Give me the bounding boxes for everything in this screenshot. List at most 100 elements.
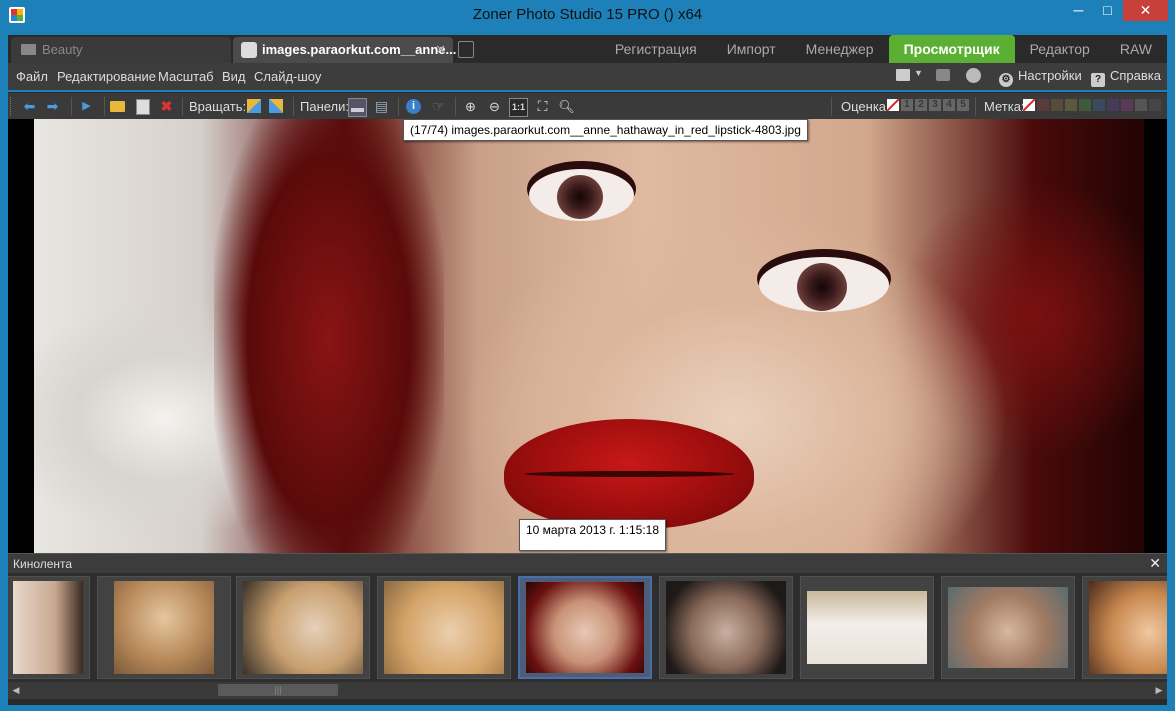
help-label: Справка: [1110, 68, 1161, 83]
thumbnail[interactable]: [1082, 576, 1167, 679]
photo[interactable]: [34, 119, 1144, 553]
thumbnail[interactable]: [97, 576, 231, 679]
play-slideshow-icon[interactable]: ▶: [78, 98, 95, 115]
tab-label: images.paraorkut.com__anne...: [262, 42, 457, 57]
thumbnail[interactable]: [377, 576, 511, 679]
display-mode-icon[interactable]: [896, 69, 910, 81]
label-color-6[interactable]: [1107, 99, 1119, 111]
tab-raw[interactable]: RAW: [1105, 35, 1167, 63]
help-icon: ?: [1091, 73, 1105, 87]
zoom-out-icon[interactable]: ⊖: [486, 98, 503, 115]
rating-label: Оценка:: [841, 99, 890, 114]
scroll-right-icon[interactable]: ▶: [1151, 682, 1167, 699]
title-bar[interactable]: Zoner Photo Studio 15 PRO () x64 ─ □ ✕: [0, 0, 1175, 31]
filmstrip[interactable]: [8, 573, 1167, 682]
menu-edit[interactable]: Редактирование: [57, 69, 156, 84]
help-menu[interactable]: ? Справка: [1091, 68, 1161, 87]
actual-size-icon[interactable]: 1:1: [509, 98, 528, 117]
menu-view[interactable]: Вид: [222, 69, 246, 84]
filmstrip-close-icon[interactable]: ✕: [1149, 555, 1161, 572]
rating-3[interactable]: 3: [929, 99, 941, 111]
label-label: Метка:: [984, 99, 1025, 114]
separator: [975, 97, 976, 116]
maximize-button[interactable]: □: [1094, 0, 1121, 21]
separator: [104, 97, 105, 116]
app-window: Zoner Photo Studio 15 PRO () x64 ─ □ ✕ B…: [0, 0, 1175, 711]
panels-label: Панели:: [300, 99, 350, 114]
separator: [831, 97, 832, 116]
scroll-left-icon[interactable]: ◀: [8, 682, 24, 699]
compare-icon[interactable]: ☞: [430, 98, 447, 115]
separator: [398, 97, 399, 116]
zoom-tool-icon[interactable]: 🔍︎: [558, 98, 575, 115]
toolbar: ⬅ ➡ ▶ ✖ Вращать: Панели: ▤ i ☞ ⊕ ⊖ 1:1 ⛶…: [8, 92, 1167, 120]
menu-file[interactable]: Файл: [16, 69, 48, 84]
delete-icon[interactable]: ✖: [158, 98, 175, 115]
label-color-5[interactable]: [1093, 99, 1105, 111]
rating-4[interactable]: 4: [943, 99, 955, 111]
thumbnail[interactable]: [659, 576, 793, 679]
filmstrip-panel-icon[interactable]: [348, 98, 367, 117]
thumbnail[interactable]: [8, 576, 90, 679]
minimize-button[interactable]: ─: [1065, 0, 1092, 21]
label-color-1[interactable]: [1037, 99, 1049, 111]
new-tab-icon[interactable]: [458, 41, 474, 58]
label-color-4[interactable]: [1079, 99, 1091, 111]
settings-menu[interactable]: ⚙ Настройки: [999, 68, 1082, 87]
copy-icon[interactable]: [134, 98, 151, 115]
tab-import[interactable]: Импорт: [712, 35, 791, 63]
menu-slideshow[interactable]: Слайд-шоу: [254, 69, 321, 84]
separator: [455, 97, 456, 116]
separator: [293, 97, 294, 116]
tab-registration[interactable]: Регистрация: [600, 35, 712, 63]
image-viewer[interactable]: (17/74) images.paraorkut.com__anne_hatha…: [8, 119, 1167, 553]
info-panel-icon[interactable]: ▤: [373, 98, 390, 115]
share-icon[interactable]: [936, 69, 950, 81]
tab-manager[interactable]: Менеджер: [791, 35, 889, 63]
tab-label: Beauty: [42, 42, 83, 57]
forward-arrow-icon[interactable]: ➡: [44, 98, 61, 115]
rating-5[interactable]: 5: [957, 99, 969, 111]
zoom-in-icon[interactable]: ⊕: [462, 98, 479, 115]
rotate-left-icon[interactable]: [246, 98, 263, 115]
tab-current-image[interactable]: images.paraorkut.com__anne... ✕: [233, 37, 457, 63]
fit-to-window-icon[interactable]: ⛶: [534, 98, 551, 115]
rating-2[interactable]: 2: [915, 99, 927, 111]
label-color-9[interactable]: [1149, 99, 1161, 111]
close-button[interactable]: ✕: [1123, 0, 1168, 21]
photo-hair: [214, 119, 444, 553]
label-none-icon[interactable]: [1023, 99, 1035, 111]
thumbnail[interactable]: [800, 576, 934, 679]
label-color-7[interactable]: [1121, 99, 1133, 111]
rotate-right-icon[interactable]: [268, 98, 285, 115]
thumbnail[interactable]: [941, 576, 1075, 679]
open-folder-icon[interactable]: [110, 98, 127, 115]
menu-bar: Файл Редактирование Масштаб Вид Слайд-шо…: [8, 63, 1167, 90]
tab-editor[interactable]: Редактор: [1015, 35, 1105, 63]
tab-beauty[interactable]: Beauty: [11, 37, 231, 63]
tab-close-icon[interactable]: ✕: [435, 37, 446, 63]
mode-tabs: Регистрация Импорт Менеджер Просмотрщик …: [600, 35, 1167, 63]
label-color-3[interactable]: [1065, 99, 1077, 111]
label-color-2[interactable]: [1051, 99, 1063, 111]
filmstrip-scrollbar[interactable]: ◀ ||| ▶: [8, 682, 1167, 699]
viewer-icon: [241, 42, 257, 58]
tab-viewer[interactable]: Просмотрщик: [888, 35, 1015, 63]
thumbnail[interactable]: [236, 576, 370, 679]
thumbnail-selected[interactable]: [518, 576, 652, 679]
separator: [71, 97, 72, 116]
label-color-8[interactable]: [1135, 99, 1147, 111]
rating-none-icon[interactable]: [887, 99, 899, 111]
gear-icon: ⚙: [999, 73, 1013, 87]
menu-zoom[interactable]: Масштаб: [158, 69, 214, 84]
account-icon[interactable]: [966, 68, 981, 83]
rotate-label: Вращать:: [189, 99, 247, 114]
back-arrow-icon[interactable]: ⬅: [21, 98, 38, 115]
date-tooltip: 10 марта 2013 г. 1:15:18: [519, 519, 667, 551]
info-icon[interactable]: i: [405, 98, 422, 115]
status-bar: [8, 699, 1167, 705]
scrollbar-thumb[interactable]: |||: [218, 684, 338, 696]
rating-1[interactable]: 1: [901, 99, 913, 111]
chevron-down-icon[interactable]: ▼: [914, 68, 923, 78]
filmstrip-header: Кинолента ✕: [8, 553, 1167, 574]
